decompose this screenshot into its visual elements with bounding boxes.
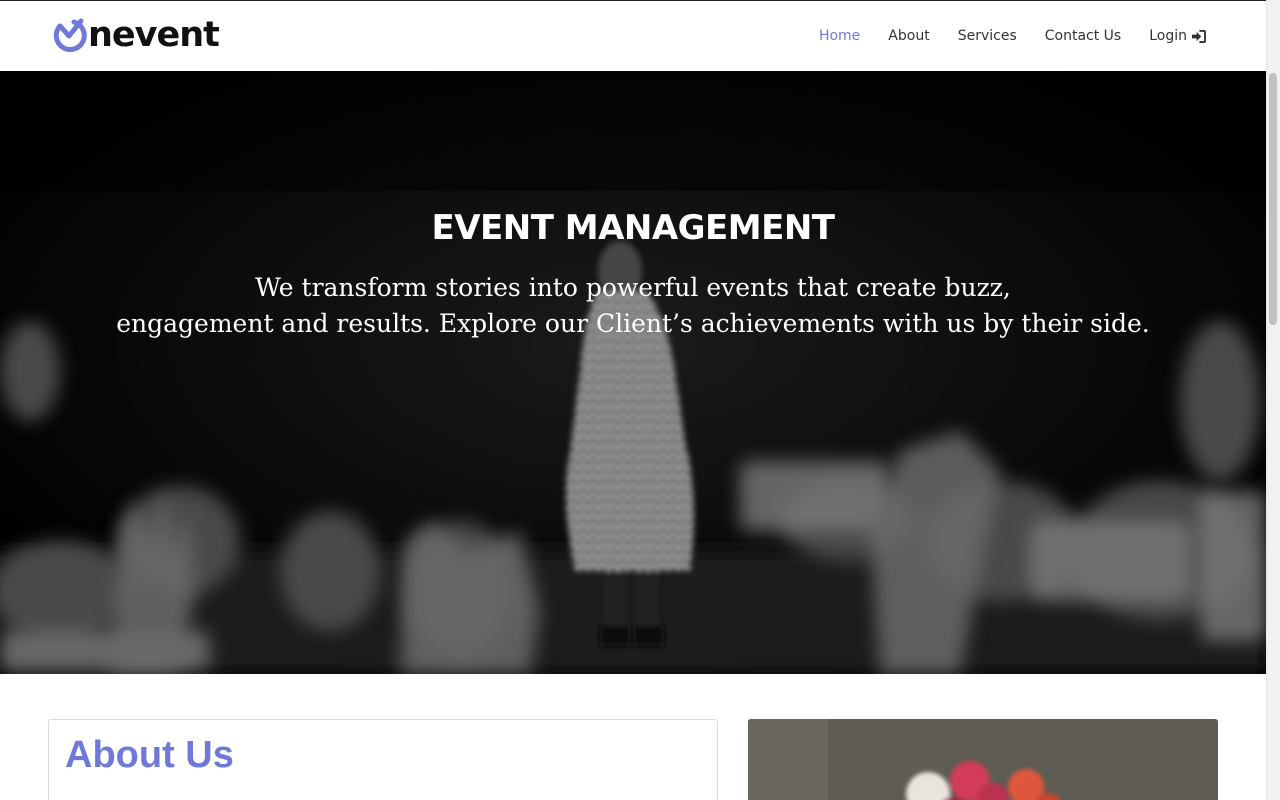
brand-name: nevent	[88, 15, 220, 55]
about-title: About Us	[65, 734, 234, 776]
nav-item-label: Contact Us	[1044, 28, 1122, 44]
nav-item-label: Services	[957, 28, 1017, 44]
about-card: About Us	[48, 719, 718, 800]
nav-item-label: Login	[1149, 28, 1187, 44]
navbar: nevent Home About Services Contact Us Lo…	[0, 0, 1266, 70]
nav-item-home[interactable]: Home	[819, 28, 860, 44]
nav-item-login[interactable]: Login	[1149, 28, 1206, 44]
hero-subtitle-line: We transform stories into powerful event…	[255, 273, 1011, 302]
main-nav: Home About Services Contact Us Login	[791, 1, 1206, 71]
nav-item-about[interactable]: About	[888, 28, 929, 44]
about-image	[748, 719, 1218, 800]
nav-item-services[interactable]: Services	[958, 28, 1017, 44]
brand-logo-link[interactable]: nevent	[52, 15, 220, 55]
hero-subtitle: We transform stories into powerful event…	[0, 270, 1266, 342]
hero-background-image	[0, 71, 1266, 674]
page-scrollbar[interactable]	[1266, 0, 1280, 800]
nav-item-label: Home	[818, 28, 861, 44]
hero-subtitle-line: engagement and results. Explore our Clie…	[116, 309, 1150, 338]
flowers-image	[748, 719, 1218, 800]
page: nevent Home About Services Contact Us Lo…	[0, 0, 1280, 800]
hero-banner: EVENT MANAGEMENT We transform stories in…	[0, 71, 1266, 674]
sign-in-icon	[1192, 29, 1206, 43]
nav-item-contact-us[interactable]: Contact Us	[1045, 28, 1121, 44]
check-circle-logo-icon	[53, 18, 87, 52]
nav-item-label: About	[888, 28, 930, 44]
hero-title: EVENT MANAGEMENT	[431, 208, 835, 248]
scrollbar-thumb[interactable]	[1269, 73, 1277, 325]
